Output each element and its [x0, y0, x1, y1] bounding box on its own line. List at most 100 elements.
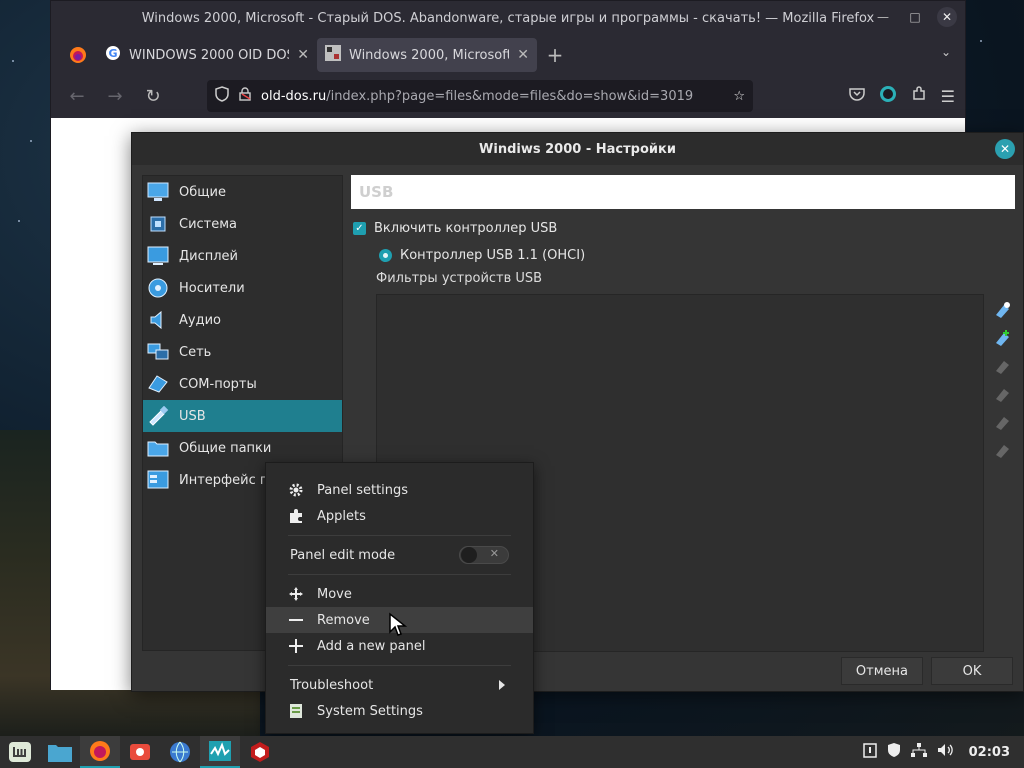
list-tabs-icon[interactable]: ⌄: [941, 45, 951, 59]
bookmark-star-icon[interactable]: ☆: [733, 89, 745, 104]
usb-controller-row[interactable]: Контроллер USB 1.1 (OHCI): [379, 248, 1015, 263]
panel-edit-mode-toggle[interactable]: ✕: [459, 546, 509, 564]
edit-filter-icon[interactable]: [993, 355, 1013, 377]
interface-icon: [147, 469, 169, 491]
usb-controller-label: Контроллер USB 1.1 (OHCI): [400, 248, 586, 263]
tab-bar: G WINDOWS 2000 OID DOS – ✕ Windows 2000,…: [51, 35, 965, 75]
tab-close-icon[interactable]: ✕: [517, 47, 529, 63]
section-title: USB: [351, 175, 1015, 209]
maximize-icon[interactable]: □: [905, 7, 925, 27]
files-icon[interactable]: [40, 736, 80, 768]
window-controls: — □ ✕: [873, 7, 957, 27]
sidebar-item-shared-folders[interactable]: Общие папки: [143, 432, 342, 464]
tab-1[interactable]: G WINDOWS 2000 OID DOS – ✕: [97, 38, 317, 72]
shared-folders-icon: [147, 437, 169, 459]
extensions-icon[interactable]: [911, 86, 927, 106]
network-tray-icon[interactable]: [910, 743, 927, 761]
url-bar[interactable]: old-dos.ru/index.php?page=files&mode=fil…: [207, 80, 753, 112]
system-icon: [147, 213, 169, 235]
update-manager-icon[interactable]: [862, 742, 877, 762]
puzzle-icon: [288, 508, 304, 524]
close-icon[interactable]: ✕: [995, 139, 1015, 159]
firefox-taskbar-icon[interactable]: [80, 736, 120, 768]
firefox-view-icon[interactable]: [59, 37, 97, 73]
menu-item-label: Troubleshoot: [290, 677, 374, 693]
menu-separator: [288, 535, 511, 536]
star: [30, 140, 32, 142]
menu-item-panel-edit-mode[interactable]: Panel edit mode ✕: [266, 542, 533, 568]
network-icon: [147, 341, 169, 363]
star: [980, 40, 982, 42]
menu-item-label: Add a new panel: [317, 638, 426, 654]
close-icon[interactable]: ✕: [937, 7, 957, 27]
sidebar-item-storage[interactable]: Носители: [143, 272, 342, 304]
filter-toolbar: [993, 299, 1013, 461]
menu-item-panel-settings[interactable]: Panel settings: [266, 477, 533, 503]
sidebar-item-label: Дисплей: [179, 248, 239, 264]
minus-icon: [288, 612, 304, 628]
virtualbox-icon[interactable]: [240, 736, 280, 768]
sidebar-item-label: Общие: [179, 184, 226, 200]
thunderbird-icon[interactable]: [120, 736, 160, 768]
shield-tray-icon[interactable]: [887, 742, 901, 762]
add-filter-icon[interactable]: [993, 299, 1013, 321]
menu-item-move[interactable]: Move: [266, 581, 533, 607]
menu-icon[interactable]: ☰: [941, 87, 955, 106]
sidebar-item-com-ports[interactable]: COM-порты: [143, 368, 342, 400]
new-tab-icon[interactable]: +: [537, 43, 573, 67]
move-filter-down-icon[interactable]: [993, 439, 1013, 461]
firefox-titlebar: Windows 2000, Microsoft - Старый DOS. Ab…: [51, 1, 965, 35]
tab-label: WINDOWS 2000 OID DOS –: [129, 47, 290, 63]
minimize-icon[interactable]: —: [873, 7, 893, 27]
sidebar-item-usb[interactable]: USB: [143, 400, 342, 432]
sidebar-item-general[interactable]: Общие: [143, 176, 342, 208]
shield-icon[interactable]: [215, 86, 229, 106]
account-icon[interactable]: [879, 85, 897, 107]
remove-filter-icon[interactable]: [993, 383, 1013, 405]
pocket-icon[interactable]: [848, 87, 865, 105]
system-monitor-icon[interactable]: [200, 736, 240, 768]
system-tray: 02:03: [862, 742, 1024, 762]
window-title: Windows 2000, Microsoft - Старый DOS. Ab…: [141, 10, 875, 26]
general-icon: [147, 181, 169, 203]
com-ports-icon: [147, 373, 169, 395]
sidebar-item-audio[interactable]: Аудио: [143, 304, 342, 336]
forward-icon[interactable]: →: [99, 80, 131, 112]
reload-icon[interactable]: ↻: [137, 80, 169, 112]
panel-context-menu: Panel settings Applets Panel edit mode ✕…: [265, 462, 534, 734]
sidebar-item-network[interactable]: Сеть: [143, 336, 342, 368]
sidebar-item-display[interactable]: Дисплей: [143, 240, 342, 272]
sidebar-item-label: Носители: [179, 280, 245, 296]
usb-controller-radio[interactable]: [379, 249, 392, 262]
submenu-arrow-icon: [499, 680, 505, 690]
url-host: old-dos.ru: [261, 88, 327, 104]
enable-usb-checkbox[interactable]: ✓: [353, 222, 366, 235]
menu-item-system-settings[interactable]: System Settings: [266, 698, 533, 724]
toggle-off-icon: ✕: [489, 547, 499, 560]
volume-icon[interactable]: [937, 743, 955, 761]
dialog-titlebar: Windiws 2000 - Настройки ✕: [132, 133, 1023, 165]
star: [12, 60, 14, 62]
browser-icon[interactable]: [160, 736, 200, 768]
menu-item-troubleshoot[interactable]: Troubleshoot: [266, 672, 533, 698]
lock-icon[interactable]: [239, 87, 251, 105]
back-icon[interactable]: ←: [61, 80, 93, 112]
sidebar-item-label: USB: [179, 408, 206, 424]
tab-close-icon[interactable]: ✕: [297, 47, 309, 63]
menu-item-applets[interactable]: Applets: [266, 503, 533, 529]
cancel-button[interactable]: Отмена: [840, 657, 923, 685]
storage-icon: [147, 277, 169, 299]
move-icon: [288, 586, 304, 602]
sidebar-item-system[interactable]: Система: [143, 208, 342, 240]
ok-button[interactable]: OK: [931, 657, 1013, 685]
move-filter-up-icon[interactable]: [993, 411, 1013, 433]
menu-separator: [288, 665, 511, 666]
tab-2[interactable]: Windows 2000, Microsoft - ✕: [317, 38, 537, 72]
system-settings-icon: [288, 703, 304, 719]
enable-usb-row[interactable]: ✓ Включить контроллер USB: [353, 221, 1015, 236]
clock[interactable]: 02:03: [969, 745, 1010, 760]
menu-item-label: Applets: [317, 508, 366, 524]
mint-menu-icon[interactable]: [0, 736, 40, 768]
svg-text:G: G: [108, 47, 117, 60]
add-from-device-icon[interactable]: [993, 327, 1013, 349]
